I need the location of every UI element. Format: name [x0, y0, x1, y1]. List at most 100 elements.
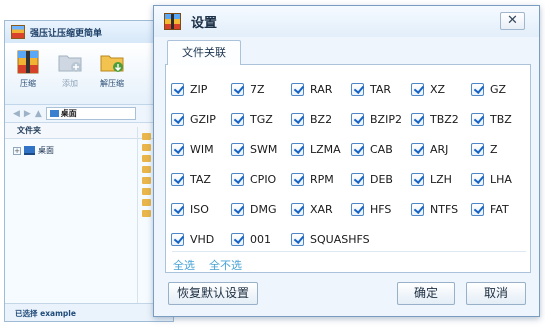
checkbox-checked-icon[interactable]	[291, 202, 304, 216]
format-option-iso[interactable]: ISO	[171, 194, 231, 224]
checkbox-checked-icon[interactable]	[411, 142, 424, 156]
checkbox-checked-icon[interactable]	[471, 82, 484, 96]
checkbox-checked-icon[interactable]	[291, 82, 304, 96]
checkbox-checked-icon[interactable]	[171, 82, 184, 96]
format-option-gzip[interactable]: GZIP	[171, 104, 231, 134]
format-option-rpm[interactable]: RPM	[291, 164, 351, 194]
app-logo-icon	[11, 25, 25, 39]
format-label: TGZ	[250, 112, 273, 126]
format-label: LZH	[430, 172, 452, 186]
extract-button-label: 解压缩	[100, 79, 124, 88]
format-option-wim[interactable]: WIM	[171, 134, 231, 164]
format-option-vhd[interactable]: VHD	[171, 224, 231, 254]
checkbox-checked-icon[interactable]	[231, 202, 244, 216]
checkbox-checked-icon[interactable]	[471, 202, 484, 216]
format-option-squashfs[interactable]: SQUASHFS	[291, 224, 370, 254]
forward-arrow-icon[interactable]: ▶	[24, 109, 31, 119]
checkbox-checked-icon[interactable]	[231, 82, 244, 96]
checkbox-checked-icon[interactable]	[351, 82, 364, 96]
select-none-link[interactable]: 全不选	[209, 257, 242, 273]
checkbox-checked-icon[interactable]	[411, 82, 424, 96]
format-option-dmg[interactable]: DMG	[231, 194, 291, 224]
checkbox-checked-icon[interactable]	[171, 112, 184, 126]
checkbox-checked-icon[interactable]	[291, 232, 304, 246]
add-button[interactable]: 添加	[55, 49, 85, 104]
expand-icon[interactable]: +	[13, 146, 21, 155]
folder-panel-title: 文件夹	[17, 126, 41, 135]
checkbox-checked-icon[interactable]	[291, 172, 304, 186]
checkbox-checked-icon[interactable]	[471, 112, 484, 126]
checkbox-checked-icon[interactable]	[411, 202, 424, 216]
format-label: RPM	[310, 172, 334, 186]
checkbox-checked-icon[interactable]	[231, 232, 244, 246]
checkbox-checked-icon[interactable]	[351, 142, 364, 156]
compress-icon	[17, 50, 39, 74]
format-option-z[interactable]: Z	[471, 134, 531, 164]
up-folder-icon[interactable]: ▲	[35, 109, 42, 119]
format-option-tar[interactable]: TAR	[351, 74, 411, 104]
tab-strip: 文件关联	[165, 38, 531, 66]
compress-button[interactable]: 压缩	[13, 49, 43, 104]
format-option-tgz[interactable]: TGZ	[231, 104, 291, 134]
format-option-rar[interactable]: RAR	[291, 74, 351, 104]
format-label: TBZ	[490, 112, 512, 126]
checkbox-checked-icon[interactable]	[171, 172, 184, 186]
address-field[interactable]: 桌面	[45, 107, 136, 120]
format-label: ARJ	[430, 142, 449, 156]
format-option-xar[interactable]: XAR	[291, 194, 351, 224]
checkbox-checked-icon[interactable]	[471, 172, 484, 186]
address-bar: ◀ ▶ ▲ 桌面	[5, 105, 173, 123]
format-option-xz[interactable]: XZ	[411, 74, 471, 104]
format-label: GZ	[490, 82, 507, 96]
format-option-gz[interactable]: GZ	[471, 74, 531, 104]
ok-button[interactable]: 确定	[397, 282, 455, 305]
checkbox-checked-icon[interactable]	[231, 112, 244, 126]
checkbox-checked-icon[interactable]	[351, 112, 364, 126]
checkbox-checked-icon[interactable]	[411, 172, 424, 186]
format-option-taz[interactable]: TAZ	[171, 164, 231, 194]
format-option-cab[interactable]: CAB	[351, 134, 411, 164]
checkbox-checked-icon[interactable]	[351, 172, 364, 186]
folder-icon	[142, 199, 151, 206]
extract-button[interactable]: 解压缩	[97, 49, 127, 104]
format-option-cpio[interactable]: CPIO	[231, 164, 291, 194]
format-label: XAR	[310, 202, 333, 216]
format-option-hfs[interactable]: HFS	[351, 194, 411, 224]
checkbox-checked-icon[interactable]	[171, 202, 184, 216]
dialog-titlebar: 设置	[154, 6, 539, 37]
format-option-fat[interactable]: FAT	[471, 194, 531, 224]
format-option-lzma[interactable]: LZMA	[291, 134, 351, 164]
app-logo-icon	[164, 13, 181, 30]
checkbox-checked-icon[interactable]	[471, 142, 484, 156]
format-label: DMG	[250, 202, 277, 216]
select-all-link[interactable]: 全选	[173, 257, 195, 273]
format-option-tbz2[interactable]: TBZ2	[411, 104, 471, 134]
checkbox-checked-icon[interactable]	[171, 142, 184, 156]
format-option-swm[interactable]: SWM	[231, 134, 291, 164]
format-label: TAZ	[190, 172, 211, 186]
checkbox-checked-icon[interactable]	[291, 112, 304, 126]
format-option-deb[interactable]: DEB	[351, 164, 411, 194]
format-option-zip[interactable]: ZIP	[171, 74, 231, 104]
cancel-button[interactable]: 取消	[466, 282, 526, 305]
checkbox-checked-icon[interactable]	[291, 142, 304, 156]
format-option-ntfs[interactable]: NTFS	[411, 194, 471, 224]
format-option-lzh[interactable]: LZH	[411, 164, 471, 194]
format-option-lha[interactable]: LHA	[471, 164, 531, 194]
format-option-arj[interactable]: ARJ	[411, 134, 471, 164]
close-button[interactable]: ✕	[500, 12, 525, 30]
extract-icon	[100, 55, 124, 72]
checkbox-checked-icon[interactable]	[171, 232, 184, 246]
tab-file-association[interactable]: 文件关联	[167, 40, 241, 66]
checkbox-checked-icon[interactable]	[411, 112, 424, 126]
format-option-7z[interactable]: 7Z	[231, 74, 291, 104]
format-option-tbz[interactable]: TBZ	[471, 104, 531, 134]
restore-defaults-button[interactable]: 恢复默认设置	[168, 282, 258, 305]
checkbox-checked-icon[interactable]	[351, 202, 364, 216]
checkbox-checked-icon[interactable]	[231, 142, 244, 156]
back-arrow-icon[interactable]: ◀	[13, 109, 20, 119]
format-option-bzip2[interactable]: BZIP2	[351, 104, 411, 134]
format-option-001[interactable]: 001	[231, 224, 291, 254]
checkbox-checked-icon[interactable]	[231, 172, 244, 186]
format-option-bz2[interactable]: BZ2	[291, 104, 351, 134]
